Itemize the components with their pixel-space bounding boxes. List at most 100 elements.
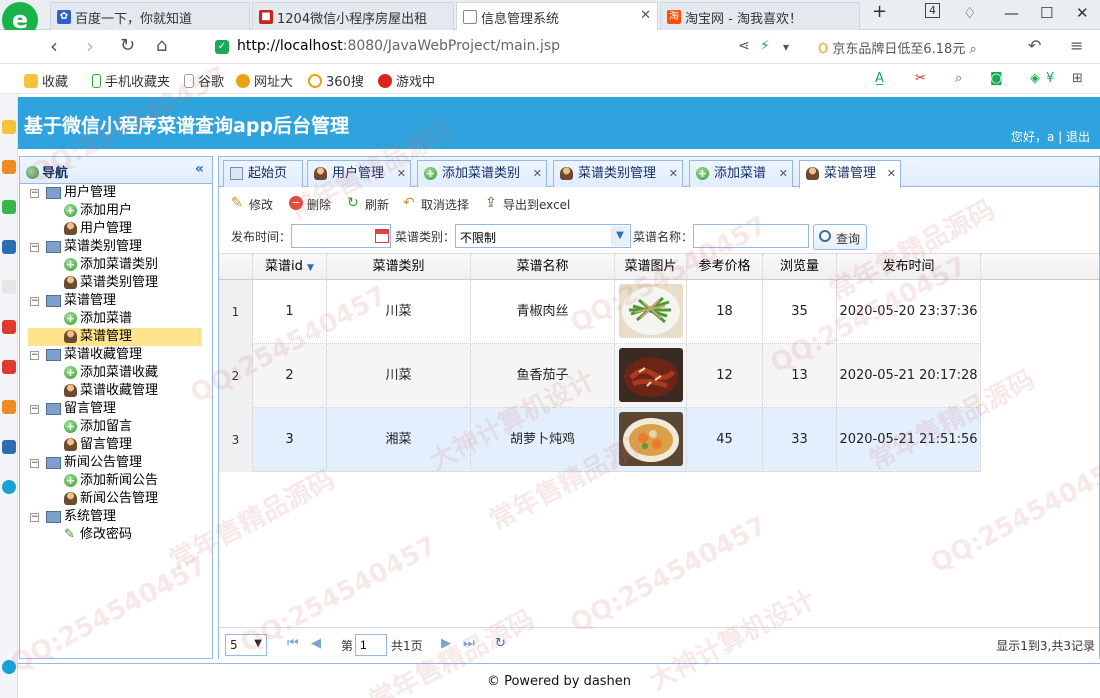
wechat-side-icon[interactable] — [2, 200, 16, 214]
sort-desc-icon[interactable]: ▼ — [307, 263, 314, 273]
music-side-icon[interactable] — [2, 440, 16, 454]
page-number-input[interactable] — [355, 634, 387, 656]
shield-icon[interactable]: ◈ — [1030, 71, 1040, 86]
browser-tab-taobao[interactable]: 淘 淘宝网 - 淘我喜欢！ — [660, 2, 860, 30]
nav-group[interactable]: − 新闻公告管理 — [20, 454, 212, 472]
nav-item[interactable]: + 添加菜谱 — [20, 310, 212, 328]
chevron-down-icon[interactable]: ▾ — [783, 40, 789, 54]
table-row[interactable]: 3 3 湘菜 胡萝卜炖鸡 45 33 2020-05-21 21:51:56 — [219, 408, 981, 472]
bookmark-mobile[interactable]: 手机收藏夹 — [92, 71, 170, 90]
new-tab-button[interactable]: + — [872, 1, 887, 22]
app-side-icon[interactable] — [2, 160, 16, 174]
tab-user-management[interactable]: 用户管理 ✕ — [307, 160, 411, 187]
bookmark-games[interactable]: 游戏中 — [378, 71, 435, 90]
search-suggestion[interactable]: O 京东品牌日低至6.18元 ⌕ — [818, 38, 977, 57]
edit-button[interactable]: ✎ 修改 — [231, 196, 273, 213]
column-header-price[interactable]: 参考价格 — [687, 254, 763, 280]
nav-item[interactable]: + 添加用户 — [20, 202, 212, 220]
close-icon[interactable]: ✕ — [779, 161, 788, 186]
game-side-icon[interactable] — [2, 320, 16, 334]
nav-item[interactable]: 留言管理 — [20, 436, 212, 454]
tab-category-management[interactable]: 菜谱类别管理 ✕ — [553, 160, 683, 187]
collapse-toggle-icon[interactable]: − — [30, 459, 39, 468]
close-icon[interactable]: ✕ — [397, 161, 406, 186]
dish-image-green-pepper-pork[interactable] — [619, 284, 683, 338]
gamepad-icon[interactable]: ◙ — [990, 71, 1003, 86]
page-size-select[interactable]: 5 ▼ — [225, 634, 267, 656]
star-side-icon[interactable] — [2, 120, 16, 134]
scissors-icon[interactable]: ✂ — [915, 71, 926, 86]
table-row[interactable]: 1 1 川菜 青椒肉丝 18 35 2020-05-20 23:37:36 — [219, 280, 981, 344]
prev-page-icon[interactable]: ◀ — [311, 636, 321, 651]
browser-tab-project[interactable]: ■ 1204微信小程序房屋出租 — [252, 2, 454, 30]
tab-count-badge[interactable]: 4 — [925, 3, 940, 18]
tab-add-recipe[interactable]: + 添加菜谱 ✕ — [689, 160, 793, 187]
table-row[interactable]: 2 2 川菜 鱼香茄子 12 13 2020-05-21 20:17:28 — [219, 344, 981, 408]
nav-item[interactable]: 菜谱管理 — [28, 328, 202, 346]
tab-recipe-management[interactable]: 菜谱管理 ✕ — [799, 160, 901, 188]
delete-button[interactable]: − 删除 — [289, 196, 331, 213]
close-tab-icon[interactable]: ✕ — [640, 8, 651, 23]
share-icon[interactable]: ⋖ — [738, 38, 750, 54]
tab-start-page[interactable]: 起始页 — [223, 160, 303, 187]
query-button[interactable]: 查询 — [813, 224, 868, 250]
bookmark-sites[interactable]: 网址大 — [236, 71, 293, 90]
first-page-icon[interactable]: ⏮ — [287, 636, 299, 651]
settings-side-icon[interactable] — [2, 660, 16, 674]
collapse-icon[interactable]: « — [195, 161, 204, 177]
bookmark-google[interactable]: 谷歌 — [184, 71, 224, 90]
next-page-icon[interactable]: ▶ — [441, 636, 451, 651]
close-icon[interactable]: ✕ — [887, 161, 896, 186]
collapse-toggle-icon[interactable]: − — [30, 243, 39, 252]
deselect-button[interactable]: ↶ 取消选择 — [403, 196, 469, 213]
chevron-down-icon[interactable]: ▼ — [611, 226, 629, 246]
collapse-toggle-icon[interactable]: − — [30, 513, 39, 522]
lightning-icon[interactable]: ⚡ — [760, 38, 770, 54]
shirt-icon[interactable]: ♢ — [963, 4, 976, 22]
category-select[interactable]: 不限制 ▼ — [455, 224, 631, 248]
collapse-toggle-icon[interactable]: − — [30, 297, 39, 306]
nav-item[interactable]: + 添加菜谱收藏 — [20, 364, 212, 382]
news-side-icon[interactable] — [2, 240, 16, 254]
browser-side-icon[interactable] — [2, 480, 16, 494]
browser-tab-baidu[interactable]: ✿ 百度一下，你就知道 — [50, 2, 250, 30]
nav-group[interactable]: − 菜谱类别管理 — [20, 238, 212, 256]
bookmark-favorites[interactable]: 收藏 — [24, 71, 68, 90]
undo-icon[interactable]: ↶ — [1028, 36, 1041, 55]
nav-item[interactable]: 用户管理 — [20, 220, 212, 238]
nav-group[interactable]: − 系统管理 — [20, 508, 212, 526]
minimize-icon[interactable]: — — [1004, 4, 1019, 22]
column-header-id[interactable]: 菜谱id ▼ — [253, 254, 327, 280]
menu-icon[interactable]: ≡ — [1070, 36, 1083, 55]
nav-item[interactable]: ✎ 修改密码 — [20, 526, 212, 544]
nav-item[interactable]: 菜谱收藏管理 — [20, 382, 212, 400]
back-icon[interactable]: ‹ — [50, 34, 58, 58]
maximize-icon[interactable]: ☐ — [1040, 4, 1053, 22]
export-button[interactable]: ⇪ 导出到excel — [485, 196, 570, 213]
doc-side-icon[interactable] — [2, 280, 16, 294]
collapse-toggle-icon[interactable]: − — [30, 405, 39, 414]
nav-item[interactable]: + 添加新闻公告 — [20, 472, 212, 490]
refresh-button[interactable]: ↻ 刷新 — [347, 196, 389, 213]
calendar-icon[interactable] — [375, 229, 389, 243]
url-input[interactable]: ✓ http://localhost:8080/JavaWebProject/m… — [205, 34, 805, 60]
browser-tab-info[interactable]: 信息管理系统 ✕ — [456, 2, 658, 31]
home-icon[interactable]: ⌂ — [156, 35, 167, 56]
column-header-image[interactable]: 菜谱图片 — [615, 254, 687, 280]
nav-item[interactable]: 新闻公告管理 — [20, 490, 212, 508]
nav-item[interactable]: + 添加留言 — [20, 418, 212, 436]
bookmark-360[interactable]: 360搜 — [308, 71, 364, 90]
refresh-icon[interactable]: ↻ — [495, 636, 506, 651]
translate-icon[interactable]: A̲ — [875, 71, 884, 86]
yen-icon[interactable]: ¥ — [1046, 71, 1054, 86]
column-header-views[interactable]: 浏览量 — [763, 254, 837, 280]
close-window-icon[interactable]: ✕ — [1076, 4, 1089, 22]
shop-side-icon[interactable] — [2, 360, 16, 374]
recipe-name-input[interactable] — [693, 224, 809, 248]
column-header-name[interactable]: 菜谱名称 — [471, 254, 615, 280]
forward-icon[interactable]: › — [86, 34, 94, 58]
tab-add-category[interactable]: + 添加菜谱类别 ✕ — [417, 160, 547, 187]
nav-group[interactable]: − 用户管理 — [20, 184, 212, 202]
reload-icon[interactable]: ↻ — [120, 35, 135, 56]
close-icon[interactable]: ✕ — [533, 161, 542, 186]
